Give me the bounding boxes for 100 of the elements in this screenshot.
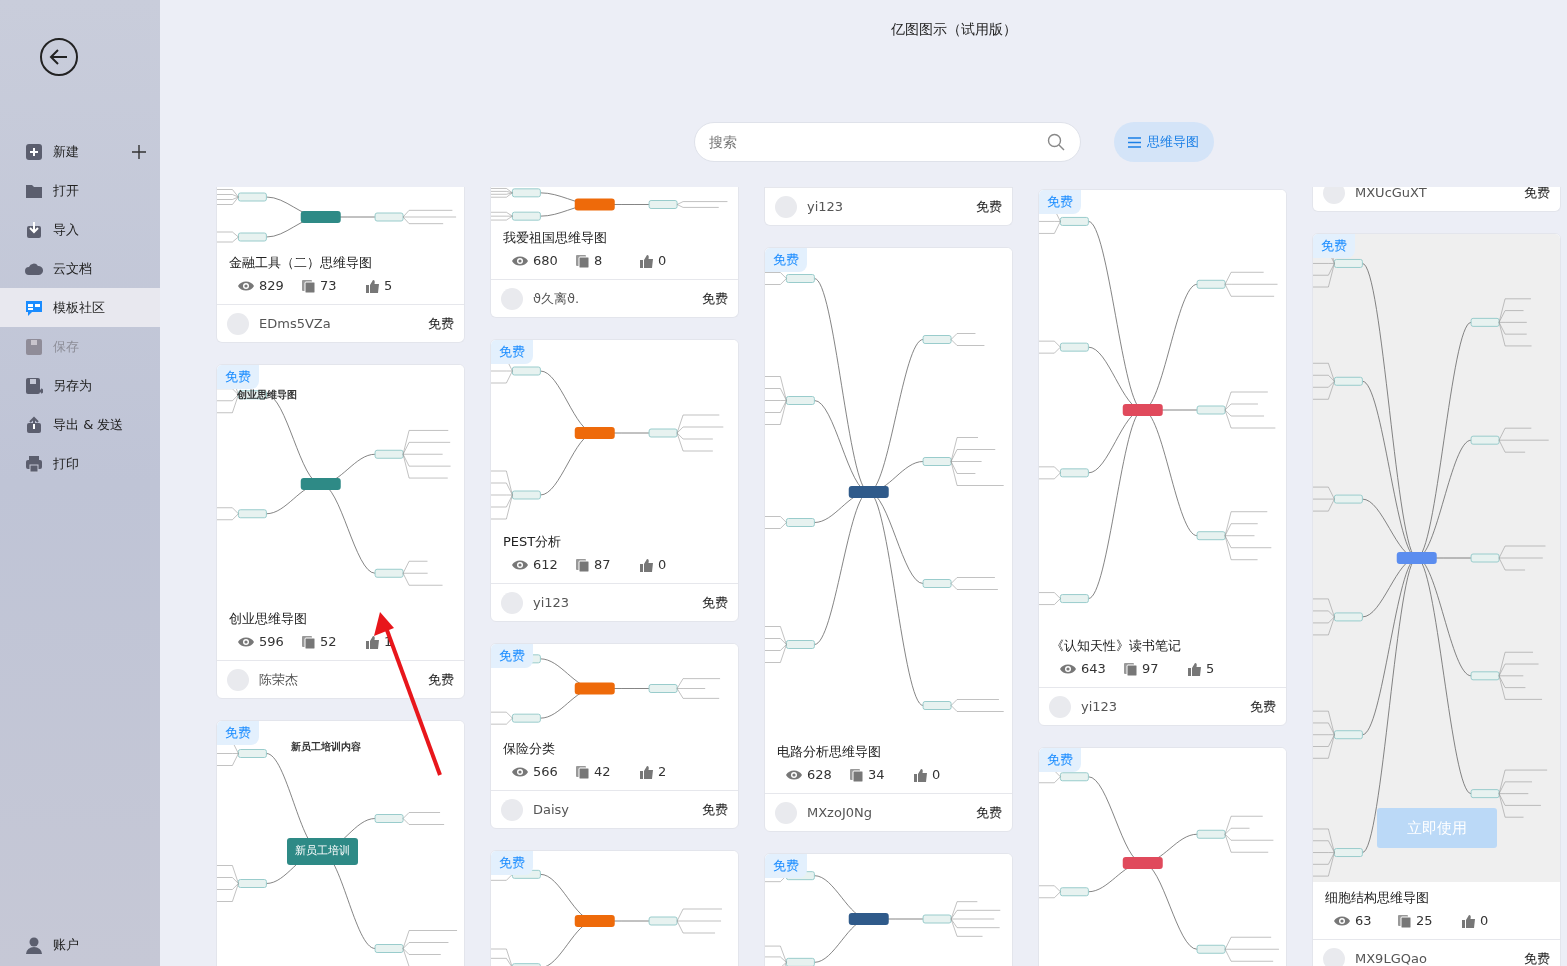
- thumbs-up-icon: [639, 558, 654, 572]
- copy-icon: [1123, 662, 1138, 676]
- thumbs-up-icon: [639, 765, 654, 779]
- sidebar-item[interactable]: 打印: [0, 444, 160, 483]
- template-card[interactable]: 免费 立即使用 细胞结构思维导图 63 25 0 MX9LGQao 免费: [1312, 233, 1561, 966]
- copy-icon: [301, 279, 316, 293]
- copy-icon: [575, 558, 590, 572]
- eye-icon: [237, 279, 255, 293]
- template-card[interactable]: 免费 保险分类 566 42 2 Daisy 免费: [490, 643, 739, 829]
- template-card[interactable]: 免费 《认知天性》读书笔记 643 97 5 yi123 免费: [1038, 189, 1287, 726]
- template-card[interactable]: 免费 电路分析思维导图 628 34 0 MXzoJ0Ng 免费: [764, 247, 1013, 832]
- free-tag: 免费: [491, 340, 533, 364]
- copy-count: 42: [594, 763, 611, 781]
- copy-count: 73: [320, 277, 337, 295]
- sidebar-item[interactable]: 模板社区: [0, 288, 160, 327]
- thumbs-up-icon: [365, 635, 380, 649]
- thumbs-up-icon: [1461, 914, 1476, 928]
- copy-icon: [849, 768, 864, 782]
- view-count: 628: [807, 766, 832, 784]
- template-title: PEST分析: [503, 533, 563, 551]
- list-icon: [1128, 136, 1141, 148]
- like-count: 0: [658, 556, 667, 574]
- copy-count: 8: [594, 252, 603, 270]
- price-label: 免费: [428, 670, 454, 689]
- template-title: 我爱祖国思维导图: [503, 229, 608, 247]
- price-label: 免费: [976, 803, 1002, 822]
- author-name: Daisy: [533, 800, 570, 819]
- mindmap-heading: 创业思维导图: [237, 388, 297, 402]
- user-icon: [25, 935, 43, 954]
- like-count: 5: [384, 277, 393, 295]
- view-count: 566: [533, 763, 558, 781]
- eye-icon: [237, 635, 255, 649]
- template-card[interactable]: 免费 PEST分析 612 87 0 yi123 免费: [490, 339, 739, 622]
- template-card[interactable]: 免费 新员工培训内容 新员工培训: [216, 720, 465, 966]
- template-title: 细胞结构思维导图: [1325, 889, 1430, 907]
- free-tag: 免费: [491, 644, 533, 668]
- author-name: yi123: [1081, 697, 1118, 716]
- template-title: 电路分析思维导图: [777, 743, 882, 761]
- free-tag: 免费: [1313, 234, 1355, 258]
- view-count: 643: [1081, 660, 1106, 678]
- price-label: 免费: [702, 593, 728, 612]
- view-count: 596: [259, 633, 284, 651]
- free-tag: 免费: [491, 851, 533, 875]
- free-tag: 免费: [1039, 748, 1081, 772]
- free-tag: 免费: [1039, 190, 1081, 214]
- copy-count: 97: [1142, 660, 1159, 678]
- eye-icon: [1333, 914, 1351, 928]
- template-card[interactable]: yi123 免费: [764, 187, 1013, 226]
- free-tag: 免费: [765, 854, 807, 878]
- author-name: yi123: [807, 197, 844, 216]
- author-name: 陈荣杰: [259, 670, 298, 689]
- template-card[interactable]: 我爱祖国思维导图 680 8 0 ϑ久离ϑ. 免费: [490, 187, 739, 318]
- price-label: 免费: [702, 800, 728, 819]
- copy-icon: [301, 635, 316, 649]
- eye-icon: [511, 558, 529, 572]
- like-count: 0: [932, 766, 941, 784]
- like-count: 2: [658, 763, 667, 781]
- like-count: 5: [1206, 660, 1215, 678]
- eye-icon: [511, 254, 529, 268]
- template-title: 创业思维导图: [229, 610, 308, 628]
- price-label: 免费: [702, 289, 728, 308]
- printer-icon: [25, 454, 43, 473]
- template-title: 金融工具（二）思维导图: [229, 254, 373, 272]
- sidebar-item[interactable]: 另存为: [0, 366, 160, 405]
- copy-count: 52: [320, 633, 337, 651]
- upload-icon: [25, 415, 43, 434]
- free-tag: 免费: [217, 365, 259, 389]
- mindmap-root-node: 新员工培训: [287, 838, 358, 865]
- like-count: 0: [658, 252, 667, 270]
- download-icon: [25, 220, 43, 239]
- thumbs-up-icon: [913, 768, 928, 782]
- copy-icon: [575, 765, 590, 779]
- copy-count: 87: [594, 556, 611, 574]
- price-label: 免费: [1250, 697, 1276, 716]
- plus-icon: [132, 144, 146, 159]
- like-count: 0: [1480, 912, 1489, 930]
- price-label: 免费: [428, 314, 454, 333]
- account-item[interactable]: 账户: [0, 925, 160, 964]
- author-name: EDms5VZa: [259, 314, 331, 333]
- plus-square-icon: [25, 142, 43, 161]
- sidebar-item[interactable]: 导出 & 发送: [0, 405, 160, 444]
- author-name: MXUcGuXT: [1355, 187, 1427, 202]
- eye-icon: [1059, 662, 1077, 676]
- copy-icon: [1397, 914, 1412, 928]
- view-count: 63: [1355, 912, 1372, 930]
- eye-icon: [511, 765, 529, 779]
- template-card[interactable]: 金融工具（二）思维导图 829 73 5 EDms5VZa 免费: [216, 187, 465, 343]
- sidebar-item[interactable]: 打开: [0, 171, 160, 210]
- search-icon: [1046, 133, 1065, 151]
- sidebar-item[interactable]: 新建: [0, 132, 160, 171]
- search-field[interactable]: 搜索: [693, 122, 1081, 162]
- sidebar-item[interactable]: 云文档: [0, 249, 160, 288]
- template-title: 保险分类: [503, 740, 556, 758]
- sidebar-item[interactable]: 导入: [0, 210, 160, 249]
- back-button[interactable]: [40, 38, 78, 76]
- price-label: 免费: [1524, 949, 1550, 966]
- author-name: ϑ久离ϑ.: [533, 289, 580, 308]
- free-tag: 免费: [765, 248, 807, 272]
- thumbs-up-icon: [639, 254, 654, 268]
- copy-count: 25: [1416, 912, 1433, 930]
